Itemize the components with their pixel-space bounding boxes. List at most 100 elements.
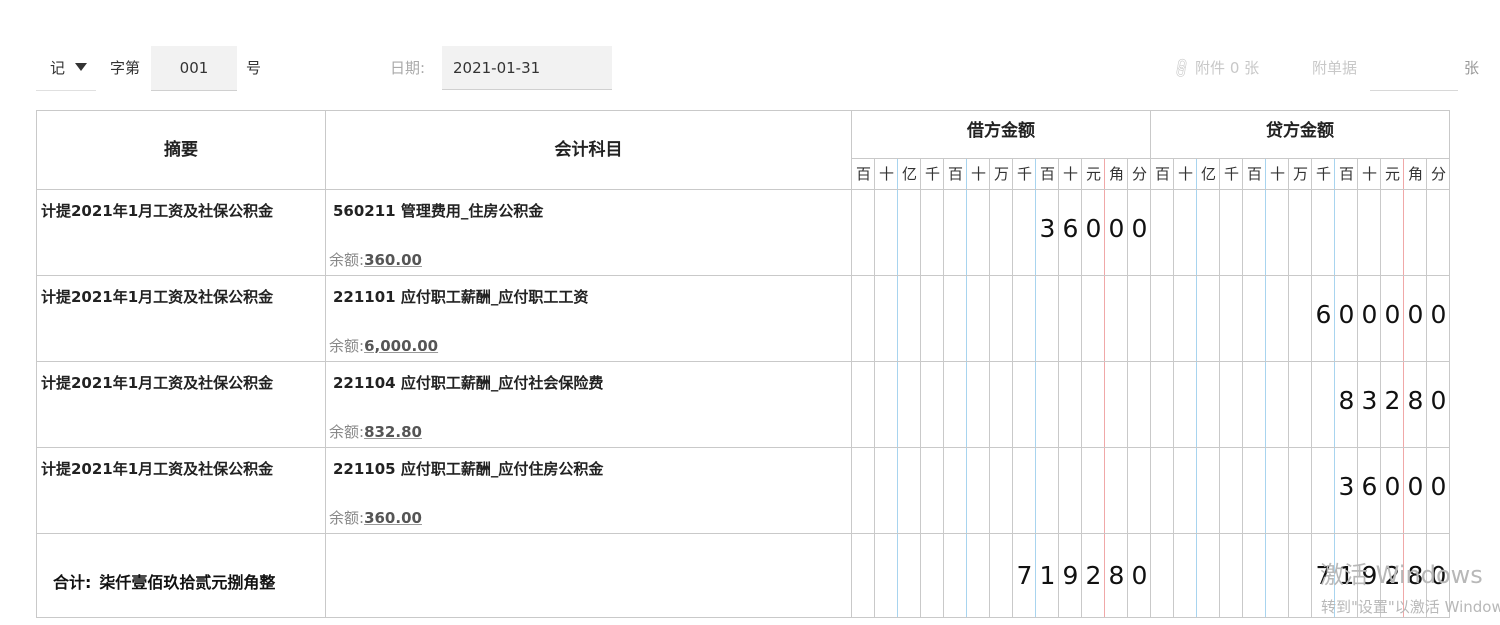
balance-value[interactable]: 832.80 bbox=[364, 423, 422, 441]
credit-amount-digit: 0 bbox=[1430, 386, 1447, 415]
account-balance: 余额:832.80 bbox=[329, 421, 422, 442]
credit-unit-header: 百 bbox=[1338, 165, 1354, 183]
balance-label: 余额: bbox=[329, 337, 365, 355]
debit-unit-header: 百 bbox=[855, 165, 871, 183]
balance-value[interactable]: 360.00 bbox=[364, 509, 422, 527]
row-summary[interactable]: 计提2021年1月工资及社保公积金 bbox=[37, 362, 325, 447]
credit-amount-digit: 0 bbox=[1407, 300, 1424, 329]
credit-amount-digit: 0 bbox=[1384, 472, 1401, 501]
debit-amount-digit: 3 bbox=[1039, 214, 1056, 243]
hao-label: 号 bbox=[246, 59, 262, 77]
debit-unit-header: 分 bbox=[1131, 165, 1147, 183]
credit-amount-digit: 0 bbox=[1430, 300, 1447, 329]
amount-column-divider bbox=[966, 159, 967, 617]
debit-unit-header: 角 bbox=[1108, 165, 1124, 183]
credit-amount-digit: 6 bbox=[1315, 300, 1332, 329]
row-account[interactable]: 221105 应付职工薪酬_应付住房公积金 余额:360.00 bbox=[326, 448, 851, 533]
total-label: 合计: bbox=[53, 573, 92, 592]
amount-column-divider bbox=[989, 159, 990, 617]
total-debit-digit: 1 bbox=[1039, 561, 1056, 590]
column-header-credit: 贷方金额 bbox=[1266, 121, 1334, 141]
row-account[interactable]: 221104 应付职工薪酬_应付社会保险费 余额:832.80 bbox=[326, 362, 851, 447]
debit-unit-header: 百 bbox=[947, 165, 963, 183]
account-name: 560211 管理费用_住房公积金 bbox=[333, 202, 544, 220]
zi-label: 字第 bbox=[110, 59, 141, 77]
credit-unit-header: 亿 bbox=[1200, 165, 1216, 183]
account-name: 221105 应付职工薪酬_应付住房公积金 bbox=[333, 460, 604, 478]
credit-amount-digit: 2 bbox=[1384, 386, 1401, 415]
debit-unit-header: 千 bbox=[1016, 165, 1032, 183]
amount-column-divider bbox=[874, 159, 875, 617]
credit-amount-digit: 0 bbox=[1384, 300, 1401, 329]
voucher-table: 摘要 会计科目 借方金额 贷方金额 百十亿千百十万千百十元角分百十亿千百十万千百… bbox=[36, 110, 1450, 618]
credit-unit-header: 百 bbox=[1154, 165, 1170, 183]
balance-label: 余额: bbox=[329, 509, 365, 527]
balance-label: 余额: bbox=[329, 251, 365, 269]
credit-amount-digit: 0 bbox=[1338, 300, 1355, 329]
credit-unit-header: 千 bbox=[1315, 165, 1331, 183]
account-name: 221104 应付职工薪酬_应付社会保险费 bbox=[333, 374, 604, 392]
row-account[interactable]: 560211 管理费用_住房公积金 余额:360.00 bbox=[326, 190, 851, 275]
column-header-account: 会计科目 bbox=[554, 140, 623, 160]
debit-amount-digit: 0 bbox=[1085, 214, 1102, 243]
balance-value[interactable]: 6,000.00 bbox=[364, 337, 438, 355]
document-count-input[interactable] bbox=[1370, 46, 1458, 91]
debit-unit-header: 百 bbox=[1039, 165, 1055, 183]
credit-amount-digit: 8 bbox=[1407, 386, 1424, 415]
credit-amount-digit: 0 bbox=[1407, 472, 1424, 501]
attachments-button[interactable]: 🔗︎附件 0 张 bbox=[1169, 46, 1260, 90]
row-summary[interactable]: 计提2021年1月工资及社保公积金 bbox=[37, 190, 325, 275]
debit-unit-header: 十 bbox=[970, 165, 986, 183]
account-balance: 余额:360.00 bbox=[329, 249, 422, 270]
amount-column-divider bbox=[1012, 159, 1013, 617]
total-debit-digit: 7 bbox=[1016, 561, 1033, 590]
amount-column-divider bbox=[1288, 159, 1289, 617]
credit-unit-header: 分 bbox=[1430, 165, 1446, 183]
credit-unit-header: 十 bbox=[1177, 165, 1193, 183]
credit-unit-header: 百 bbox=[1246, 165, 1262, 183]
amount-column-divider bbox=[920, 159, 921, 617]
debit-amount-digit: 6 bbox=[1062, 214, 1079, 243]
row-summary[interactable]: 计提2021年1月工资及社保公积金 bbox=[37, 276, 325, 361]
credit-unit-header: 元 bbox=[1384, 165, 1400, 183]
column-header-summary: 摘要 bbox=[164, 140, 198, 160]
credit-amount-digit: 0 bbox=[1361, 300, 1378, 329]
voucher-type-select[interactable]: 记 bbox=[36, 46, 96, 91]
amount-column-divider bbox=[1196, 159, 1197, 617]
credit-amount-digit: 3 bbox=[1338, 472, 1355, 501]
total-debit-digit: 2 bbox=[1085, 561, 1102, 590]
activation-watermark: 激活 Windows bbox=[1320, 561, 1483, 589]
balance-label: 余额: bbox=[329, 423, 365, 441]
amount-column-divider bbox=[897, 159, 898, 617]
voucher-number-input[interactable]: 001 bbox=[151, 46, 237, 91]
credit-unit-header: 千 bbox=[1223, 165, 1239, 183]
account-balance: 余额:360.00 bbox=[329, 507, 422, 528]
debit-amount-digit: 0 bbox=[1131, 214, 1148, 243]
credit-unit-header: 十 bbox=[1361, 165, 1377, 183]
credit-unit-header: 角 bbox=[1407, 165, 1423, 183]
amount-column-divider bbox=[1311, 159, 1312, 617]
attachments-label: 附件 0 张 bbox=[1195, 59, 1260, 77]
debit-unit-header: 元 bbox=[1085, 165, 1101, 183]
fudan-label: 附单据 bbox=[1312, 59, 1358, 77]
row-account[interactable]: 221101 应付职工薪酬_应付职工工资 余额:6,000.00 bbox=[326, 276, 851, 361]
total-debit-digit: 9 bbox=[1062, 561, 1079, 590]
account-balance: 余额:6,000.00 bbox=[329, 335, 438, 356]
total-debit-digit: 0 bbox=[1131, 561, 1148, 590]
row-summary[interactable]: 计提2021年1月工资及社保公积金 bbox=[37, 448, 325, 533]
credit-amount-digit: 6 bbox=[1361, 472, 1378, 501]
voucher-type-value: 记 bbox=[50, 59, 66, 77]
date-input[interactable]: 2021-01-31 bbox=[442, 46, 612, 90]
total-row-label: 合计: 柒仟壹佰玖拾贰元捌角整 bbox=[53, 569, 275, 593]
activation-watermark-hint: 转到"设置"以激活 Windows。 bbox=[1321, 598, 1500, 616]
column-header-debit: 借方金额 bbox=[967, 121, 1035, 141]
credit-unit-header: 万 bbox=[1292, 165, 1308, 183]
zhang-label: 张 bbox=[1464, 59, 1480, 77]
total-amount-words: 柒仟壹佰玖拾贰元捌角整 bbox=[99, 573, 276, 592]
credit-amount-digit: 0 bbox=[1430, 472, 1447, 501]
chevron-down-icon bbox=[75, 62, 88, 71]
amount-column-divider bbox=[1265, 159, 1266, 617]
credit-amount-digit: 8 bbox=[1338, 386, 1355, 415]
balance-value[interactable]: 360.00 bbox=[364, 251, 422, 269]
amount-column-divider bbox=[943, 159, 944, 617]
